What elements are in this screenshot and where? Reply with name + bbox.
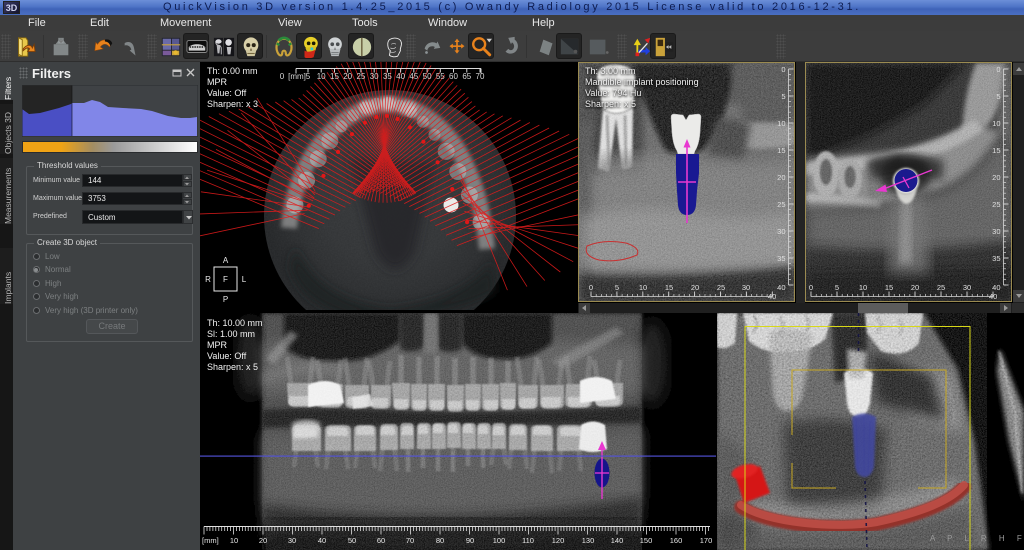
svg-text:30: 30 xyxy=(742,283,750,292)
svg-text:A: A xyxy=(223,256,229,265)
svg-text:45: 45 xyxy=(409,72,418,81)
svg-text:110: 110 xyxy=(522,536,534,545)
svg-text:0: 0 xyxy=(996,65,1000,74)
svg-text:25: 25 xyxy=(356,72,365,81)
svg-text:F: F xyxy=(223,275,228,284)
svg-text:50: 50 xyxy=(348,536,356,545)
svg-text:30: 30 xyxy=(777,227,785,236)
svg-text:30: 30 xyxy=(288,536,296,545)
svg-text:170: 170 xyxy=(700,536,713,545)
svg-text:25: 25 xyxy=(777,200,785,209)
svg-text:30: 30 xyxy=(992,227,1000,236)
svg-text:40: 40 xyxy=(989,292,997,301)
svg-text:15: 15 xyxy=(992,146,1000,155)
svg-text:35: 35 xyxy=(777,254,785,263)
svg-text:55: 55 xyxy=(436,72,445,81)
svg-text:35: 35 xyxy=(992,254,1000,263)
svg-text:20: 20 xyxy=(259,536,267,545)
svg-text:70: 70 xyxy=(476,72,485,81)
svg-text:10: 10 xyxy=(230,536,238,545)
svg-text:60: 60 xyxy=(449,72,458,81)
svg-text:40: 40 xyxy=(768,292,776,301)
svg-text:160: 160 xyxy=(670,536,683,545)
svg-text:10: 10 xyxy=(992,119,1000,128)
svg-text:[mm]: [mm] xyxy=(202,536,219,545)
svg-text:25: 25 xyxy=(717,283,725,292)
svg-text:0: 0 xyxy=(809,283,813,292)
svg-text:120: 120 xyxy=(552,536,565,545)
svg-text:L: L xyxy=(242,275,247,284)
svg-text:20: 20 xyxy=(992,173,1000,182)
svg-text:5: 5 xyxy=(306,72,311,81)
svg-text:130: 130 xyxy=(582,536,595,545)
svg-text:10: 10 xyxy=(639,283,647,292)
svg-text:5: 5 xyxy=(996,92,1000,101)
svg-text:30: 30 xyxy=(963,283,971,292)
svg-text:[mm]: [mm] xyxy=(288,72,306,81)
svg-text:5: 5 xyxy=(615,283,619,292)
svg-text:50: 50 xyxy=(423,72,432,81)
svg-text:25: 25 xyxy=(937,283,945,292)
svg-text:40: 40 xyxy=(396,72,405,81)
svg-text:0: 0 xyxy=(280,72,285,81)
svg-text:15: 15 xyxy=(665,283,673,292)
svg-text:60: 60 xyxy=(377,536,385,545)
svg-text:140: 140 xyxy=(611,536,624,545)
svg-text:20: 20 xyxy=(343,72,352,81)
svg-text:40: 40 xyxy=(318,536,326,545)
svg-text:65: 65 xyxy=(462,72,471,81)
svg-text:90: 90 xyxy=(466,536,474,545)
svg-text:30: 30 xyxy=(370,72,379,81)
svg-text:25: 25 xyxy=(992,200,1000,209)
svg-text:0: 0 xyxy=(781,65,785,74)
svg-text:15: 15 xyxy=(777,146,785,155)
svg-text:40: 40 xyxy=(992,283,1000,292)
svg-text:20: 20 xyxy=(911,283,919,292)
svg-text:R: R xyxy=(205,275,211,284)
svg-text:15: 15 xyxy=(885,283,893,292)
svg-text:20: 20 xyxy=(777,173,785,182)
svg-text:100: 100 xyxy=(493,536,506,545)
svg-text:35: 35 xyxy=(383,72,392,81)
svg-text:70: 70 xyxy=(406,536,414,545)
svg-text:80: 80 xyxy=(436,536,444,545)
svg-text:5: 5 xyxy=(781,92,785,101)
svg-text:40: 40 xyxy=(777,283,785,292)
svg-text:10: 10 xyxy=(859,283,867,292)
svg-text:A P L R H F: A P L R H F xyxy=(930,534,1024,543)
svg-text:15: 15 xyxy=(330,72,339,81)
svg-text:10: 10 xyxy=(317,72,326,81)
svg-text:150: 150 xyxy=(640,536,653,545)
svg-text:10: 10 xyxy=(777,119,785,128)
svg-text:5: 5 xyxy=(835,283,839,292)
svg-text:P: P xyxy=(223,295,228,304)
svg-text:20: 20 xyxy=(691,283,699,292)
svg-text:0: 0 xyxy=(589,283,593,292)
